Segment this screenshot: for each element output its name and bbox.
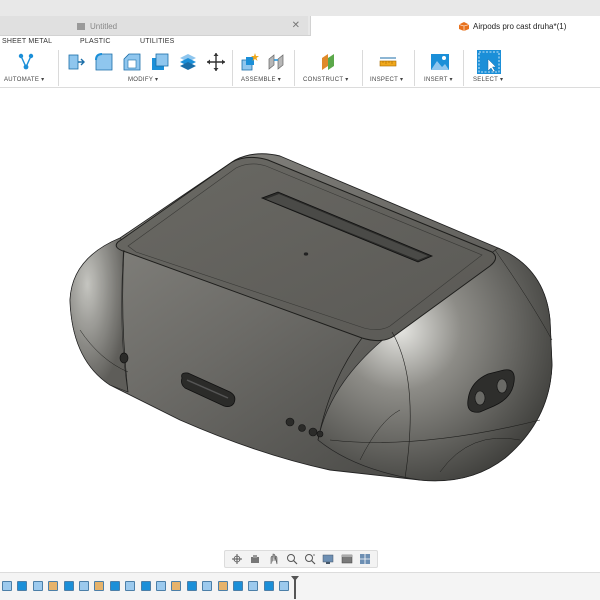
assemble-menu[interactable]: ASSEMBLE ▾ [241,76,281,83]
new-component-icon[interactable] [240,52,260,72]
timeline-feature-icon[interactable] [94,581,105,591]
timeline-feature-icon[interactable] [63,581,74,591]
visual-style-icon[interactable] [340,553,354,565]
subtab-plastic[interactable]: PLASTIC [80,38,111,45]
tab-bar: Untitled ✕ Airpods pro cast druha*(1) [0,0,600,36]
combine-icon[interactable] [178,52,198,72]
timeline-feature-icon[interactable] [202,581,213,591]
timeline-feature-icon[interactable] [2,581,12,591]
automate-menu[interactable]: AUTOMATE ▾ [4,76,44,83]
pan-icon[interactable] [248,553,262,565]
toolbar-divider [294,50,295,86]
select-menu[interactable]: SELECT ▾ [473,76,503,83]
timeline-feature-icon[interactable] [140,581,151,591]
fit-icon[interactable] [303,553,317,565]
timeline-feature-icon[interactable] [171,581,182,591]
timeline-feature-icon[interactable] [263,581,274,591]
press-pull-icon[interactable] [66,52,86,72]
document-icon [76,22,86,31]
insert-menu[interactable]: INSERT ▾ [424,76,453,83]
fillet-icon[interactable] [94,52,114,72]
grid-icon[interactable] [358,553,372,565]
close-icon[interactable]: ✕ [292,20,300,31]
timeline-feature-icon[interactable] [32,581,43,591]
timeline-feature-icon[interactable] [109,581,120,591]
airpods-case-model[interactable] [0,89,600,570]
tab-untitled[interactable]: Untitled ✕ [0,16,308,36]
display-settings-icon[interactable] [321,553,335,565]
design-cube-icon [458,21,470,31]
move-icon[interactable] [206,52,226,72]
subtab-sheet-metal[interactable]: SHEET METAL [2,38,52,45]
timeline-feature-icon[interactable] [279,581,290,591]
inspect-menu[interactable]: INSPECT ▾ [370,76,403,83]
toolbar-divider [414,50,415,86]
timeline-feature-icon[interactable] [125,581,136,591]
tab-label: Untitled [90,21,118,31]
select-cursor-icon[interactable] [477,50,501,74]
timeline-marker[interactable] [291,576,299,599]
timeline-feature-icon[interactable] [217,581,228,591]
timeline-feature-icon[interactable] [79,581,89,591]
zoom-icon[interactable] [285,553,299,565]
timeline [0,572,600,600]
timeline-feature-icon[interactable] [186,581,197,591]
chamfer-icon[interactable] [122,52,142,72]
subtab-utilities[interactable]: UTILITIES [140,38,174,45]
shell-icon[interactable] [150,52,170,72]
modify-menu[interactable]: MODIFY ▾ [128,76,158,83]
timeline-feature-icon[interactable] [17,581,28,591]
toolbar-divider [58,50,59,86]
toolbar: SHEET METAL PLASTIC UTILITIES AUTOMATE ▾… [0,36,600,88]
toolbar-divider [232,50,233,86]
timeline-feature-icon[interactable] [48,581,59,591]
construct-menu[interactable]: CONSTRUCT ▾ [303,76,349,83]
insert-image-icon[interactable] [430,52,450,72]
tab-airpods[interactable]: Airpods pro cast druha*(1) [310,16,600,36]
toolbar-divider [463,50,464,86]
toolbar-divider [362,50,363,86]
timeline-feature-icon[interactable] [233,581,243,591]
timeline-feature-icon[interactable] [156,581,166,591]
measure-icon[interactable] [378,52,398,72]
navigation-bar [224,550,378,568]
tab-label: Airpods pro cast druha*(1) [473,21,567,31]
offset-plane-icon[interactable] [318,52,338,72]
automate-node-icon[interactable] [16,52,36,72]
joint-icon[interactable] [266,52,286,72]
orbit-icon[interactable] [230,553,244,565]
timeline-feature-icon[interactable] [248,581,259,591]
canvas-viewport[interactable] [0,89,600,570]
look-at-icon[interactable] [267,553,281,565]
